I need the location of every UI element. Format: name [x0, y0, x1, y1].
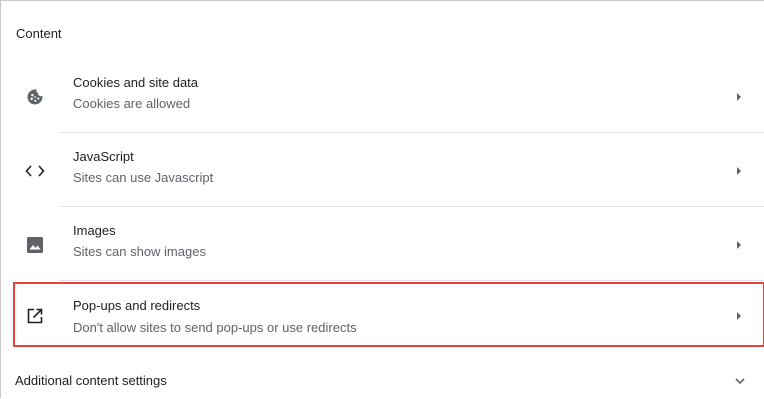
row-subtitle: Sites can use Javascript — [73, 170, 214, 185]
cookies-and-site-data-row[interactable]: Cookies and site data Cookies are allowe… — [15, 61, 764, 133]
row-title: Pop-ups and redirects — [73, 298, 201, 313]
image-icon — [25, 235, 45, 255]
row-subtitle: Sites can show images — [73, 244, 206, 259]
code-icon — [25, 161, 45, 181]
divider — [59, 132, 764, 133]
row-subtitle: Don't allow sites to send pop-ups or use… — [73, 320, 357, 335]
row-title: JavaScript — [73, 149, 134, 164]
row-subtitle: Cookies are allowed — [73, 96, 191, 111]
popups-and-redirects-row[interactable]: Pop-ups and redirects Don't allow sites … — [15, 283, 751, 355]
images-row[interactable]: Images Sites can show images — [15, 209, 764, 281]
row-title: Images — [73, 223, 116, 238]
arrow-right-icon — [733, 239, 745, 251]
open-in-new-icon — [25, 306, 45, 326]
cookie-icon — [25, 87, 45, 107]
additional-content-settings-row[interactable]: Additional content settings — [15, 359, 751, 399]
arrow-right-icon — [733, 165, 745, 177]
additional-content-settings-label: Additional content settings — [15, 373, 167, 388]
divider — [59, 280, 764, 281]
divider — [59, 206, 764, 207]
javascript-row[interactable]: JavaScript Sites can use Javascript — [15, 135, 764, 207]
section-title: Content — [16, 26, 62, 41]
chevron-down-icon — [733, 374, 747, 388]
row-title: Cookies and site data — [73, 75, 199, 90]
arrow-right-icon — [733, 310, 745, 322]
content-settings-panel: Content Cookies and site data Cookies ar… — [0, 0, 764, 398]
arrow-right-icon — [733, 91, 745, 103]
